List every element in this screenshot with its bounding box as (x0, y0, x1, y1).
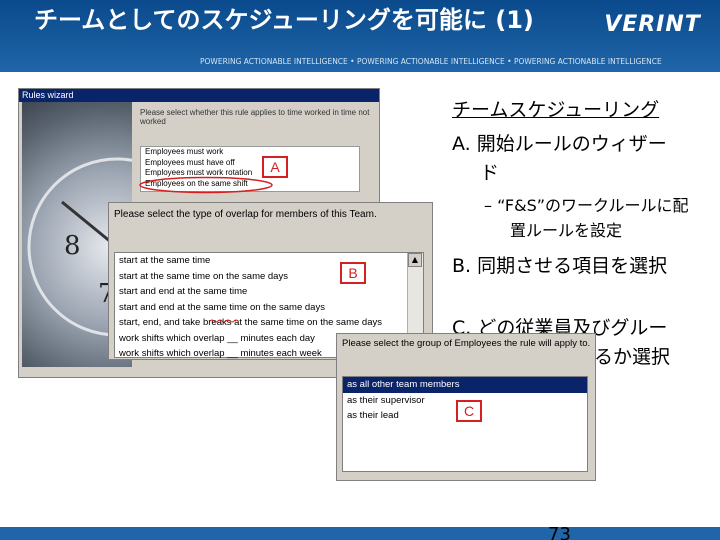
highlight-ellipse (139, 176, 273, 194)
outline-item-a: A. 開始ルールのウィザード (452, 133, 667, 184)
group-options-list[interactable]: as all other team members as their super… (342, 376, 588, 472)
outline-item-a-sub: – “F&S”のワークルールに配置ルールを設定 (484, 196, 689, 240)
rules-wizard-titlebar: Rules wizard (19, 89, 379, 102)
group-prompt: Please select the group of Employees the… (342, 338, 591, 349)
scroll-up-icon[interactable]: ▲ (408, 253, 422, 267)
overlap-prompt: Please select the type of overlap for me… (114, 209, 377, 220)
spellcheck-underline (210, 319, 239, 323)
header-band: チームとしてのスケジューリングを可能に (1) VERINT POWERING … (0, 0, 720, 72)
overlap-option[interactable]: start at the same time (115, 253, 423, 269)
wizard-option[interactable]: Employees must have off (141, 158, 359, 169)
overlap-option[interactable]: start at the same time on the same days (115, 269, 423, 285)
badge-c: C (456, 400, 482, 422)
outline-heading: チームスケジューリング (452, 99, 660, 121)
tagline: POWERING ACTIONABLE INTELLIGENCE • POWER… (200, 57, 662, 66)
slide-title: チームとしてのスケジューリングを可能に (1) (34, 6, 534, 34)
group-option-selected[interactable]: as all other team members (343, 377, 587, 393)
overlap-option[interactable]: start and end at the same time (115, 284, 423, 300)
wizard-option[interactable]: Employees must work (141, 147, 359, 158)
footer-band (0, 527, 720, 540)
badge-a: A (262, 156, 288, 178)
wizard-prompt: Please select whether this rule applies … (140, 108, 370, 126)
outline-item-b: B. 同期させる項目を選択 (452, 255, 668, 277)
overlap-option[interactable]: start and end at the same time on the sa… (115, 300, 423, 316)
verint-logo: VERINT (604, 12, 701, 37)
badge-b: B (340, 262, 366, 284)
overlap-option[interactable]: start, end, and take breaks at the same … (115, 315, 423, 331)
page-number: 73 (548, 524, 571, 540)
wizard-prompt-text: Please select whether this rule applies … (140, 108, 370, 126)
svg-text:8: 8 (64, 231, 81, 261)
